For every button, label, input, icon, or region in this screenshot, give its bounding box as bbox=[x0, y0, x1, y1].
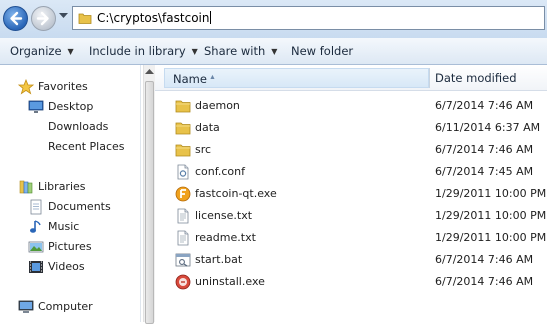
include-in-library-label: Include in library bbox=[89, 44, 186, 58]
nav-item-videos[interactable]: Videos bbox=[0, 258, 140, 276]
text-caret bbox=[210, 11, 212, 24]
nav-item-label: Documents bbox=[48, 200, 111, 213]
nav-pane-scrollbar[interactable] bbox=[143, 65, 155, 324]
nav-item-label: Recent Places bbox=[48, 140, 125, 153]
file-name: uninstall.exe bbox=[195, 275, 265, 288]
nav-item-pictures[interactable]: Pictures bbox=[0, 238, 140, 256]
nav-item-label: Desktop bbox=[48, 100, 94, 113]
batch-file-icon bbox=[175, 253, 191, 267]
file-name: license.txt bbox=[195, 209, 253, 222]
column-header: Name ▲ Date modified bbox=[155, 65, 547, 91]
fastcoin-app-icon bbox=[175, 186, 191, 202]
recent-pages-dropdown[interactable] bbox=[59, 13, 68, 19]
videos-icon bbox=[29, 261, 43, 273]
scroll-up-arrow-icon[interactable] bbox=[145, 68, 154, 75]
text-file-icon bbox=[177, 230, 189, 246]
file-row-data[interactable]: data 6/11/2014 6:37 AM bbox=[165, 117, 547, 139]
desktop-icon bbox=[28, 100, 44, 113]
config-file-icon bbox=[177, 164, 189, 180]
file-row-fastcoin-qt[interactable]: fastcoin-qt.exe 1/29/2011 10:00 PM bbox=[165, 183, 547, 205]
folder-icon bbox=[175, 122, 191, 135]
column-divider[interactable] bbox=[429, 68, 430, 88]
nav-item-label: Music bbox=[48, 220, 80, 233]
file-name: start.bat bbox=[195, 253, 243, 266]
column-date-modified[interactable]: Date modified bbox=[435, 71, 517, 85]
file-date: 1/29/2011 10:00 PM bbox=[435, 231, 547, 244]
nav-libraries-label: Libraries bbox=[38, 180, 86, 193]
nav-favorites[interactable]: Favorites bbox=[0, 78, 140, 96]
nav-item-label: Videos bbox=[48, 260, 85, 273]
folder-icon bbox=[175, 100, 191, 113]
file-row-daemon[interactable]: daemon 6/7/2014 7:46 AM bbox=[165, 95, 547, 117]
column-name-label: Name bbox=[173, 72, 207, 86]
folder-icon bbox=[78, 13, 92, 24]
nav-item-music[interactable]: Music bbox=[0, 218, 140, 236]
column-name[interactable]: Name ▲ bbox=[164, 68, 429, 88]
nav-libraries[interactable]: Libraries bbox=[0, 178, 140, 196]
forward-arrow-icon bbox=[36, 11, 49, 26]
nav-item-label: Downloads bbox=[48, 120, 109, 133]
chevron-down-icon: ▼ bbox=[271, 47, 278, 56]
nav-computer-label: Computer bbox=[38, 300, 93, 313]
file-date: 6/7/2014 7:46 AM bbox=[435, 99, 534, 112]
music-icon bbox=[30, 220, 41, 233]
organize-label: Organize bbox=[10, 44, 62, 58]
command-bar: Organize ▼ Include in library ▼ Share with… bbox=[0, 38, 547, 65]
chevron-down-icon: ▼ bbox=[191, 47, 198, 56]
nav-item-desktop[interactable]: Desktop bbox=[0, 98, 140, 116]
pictures-icon bbox=[28, 241, 44, 253]
file-date: 6/7/2014 7:46 AM bbox=[435, 143, 534, 156]
documents-icon bbox=[30, 199, 42, 215]
file-name: conf.conf bbox=[195, 165, 245, 178]
file-name: fastcoin-qt.exe bbox=[195, 187, 277, 200]
file-name: daemon bbox=[195, 99, 240, 112]
file-name: src bbox=[195, 143, 212, 156]
file-date: 1/29/2011 10:00 PM bbox=[435, 209, 547, 222]
file-name: readme.txt bbox=[195, 231, 256, 244]
nav-favorites-label: Favorites bbox=[38, 80, 88, 93]
folder-icon bbox=[175, 144, 191, 157]
new-folder-label: New folder bbox=[291, 44, 354, 58]
text-file-icon bbox=[177, 208, 189, 224]
address-field[interactable]: C:\cryptos\fastcoin bbox=[72, 6, 545, 30]
organize-button[interactable]: Organize ▼ bbox=[10, 44, 74, 58]
nav-item-downloads[interactable]: Downloads bbox=[0, 118, 140, 136]
address-path: C:\cryptos\fastcoin bbox=[97, 11, 212, 25]
new-folder-button[interactable]: New folder bbox=[291, 44, 353, 58]
back-button[interactable] bbox=[3, 6, 28, 31]
forward-button[interactable] bbox=[31, 6, 56, 31]
nav-computer[interactable]: Computer bbox=[0, 298, 140, 316]
nav-item-label: Pictures bbox=[48, 240, 92, 253]
file-name: data bbox=[195, 121, 220, 134]
star-icon bbox=[18, 79, 34, 95]
address-bar-area: C:\cryptos\fastcoin bbox=[0, 0, 547, 38]
computer-icon bbox=[18, 300, 34, 313]
file-date: 6/11/2014 6:37 AM bbox=[435, 121, 541, 134]
navigation-pane: Favorites Desktop Downloads Recent Place… bbox=[0, 65, 140, 322]
file-row-readme[interactable]: readme.txt 1/29/2011 10:00 PM bbox=[165, 227, 547, 249]
file-date: 1/29/2011 10:00 PM bbox=[435, 187, 547, 200]
file-row-conf[interactable]: conf.conf 6/7/2014 7:45 AM bbox=[165, 161, 547, 183]
share-with-button[interactable]: Share with ▼ bbox=[204, 44, 277, 58]
back-arrow-icon bbox=[10, 11, 23, 26]
chevron-down-icon: ▼ bbox=[67, 47, 74, 56]
share-with-label: Share with bbox=[204, 44, 266, 58]
scrollbar-thumb[interactable] bbox=[145, 81, 154, 324]
include-in-library-button[interactable]: Include in library ▼ bbox=[89, 44, 198, 58]
file-row-uninstall[interactable]: uninstall.exe 6/7/2014 7:46 AM bbox=[165, 271, 547, 293]
nav-item-documents[interactable]: Documents bbox=[0, 198, 140, 216]
file-date: 6/7/2014 7:46 AM bbox=[435, 275, 534, 288]
file-date: 6/7/2014 7:46 AM bbox=[435, 253, 534, 266]
sort-ascending-icon: ▲ bbox=[209, 74, 216, 81]
file-row-src[interactable]: src 6/7/2014 7:46 AM bbox=[165, 139, 547, 161]
nav-item-drive[interactable] bbox=[0, 318, 140, 322]
nav-item-recent-places[interactable]: Recent Places bbox=[0, 138, 140, 156]
file-list: Name ▲ Date modified daemon 6/7/2014 7:4… bbox=[155, 65, 547, 322]
libraries-icon bbox=[19, 180, 33, 194]
file-date: 6/7/2014 7:45 AM bbox=[435, 165, 534, 178]
file-row-license[interactable]: license.txt 1/29/2011 10:00 PM bbox=[165, 205, 547, 227]
file-row-start-bat[interactable]: start.bat 6/7/2014 7:46 AM bbox=[165, 249, 547, 271]
uninstall-app-icon bbox=[175, 274, 191, 290]
